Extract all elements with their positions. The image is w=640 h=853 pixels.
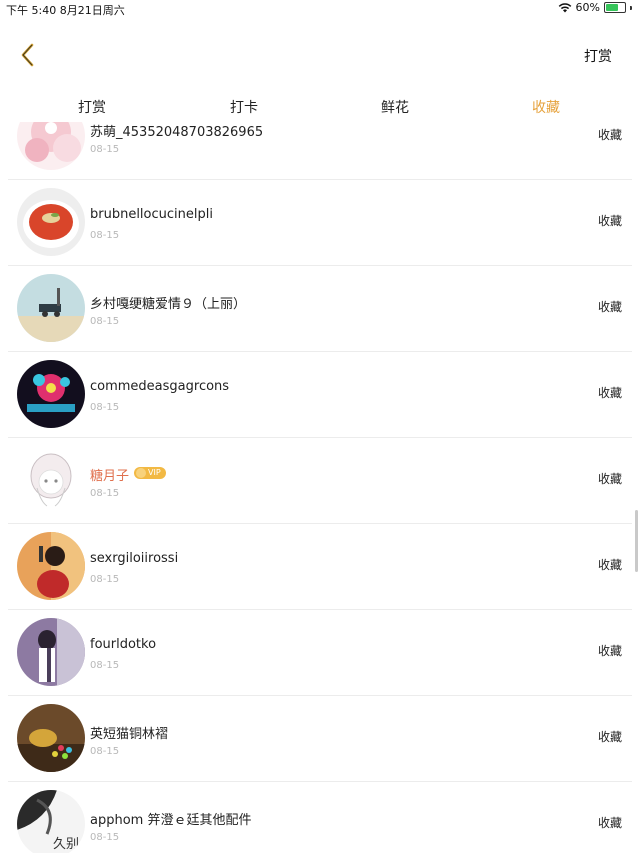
- back-button[interactable]: [14, 42, 44, 68]
- date: 08-15: [90, 144, 120, 155]
- tab-flowers[interactable]: 鲜花: [355, 97, 435, 117]
- favorite-action[interactable]: 收藏: [598, 556, 622, 573]
- list-item[interactable]: 苏萌_45352048703826965 08-15 收藏: [8, 122, 632, 180]
- avatar: [17, 446, 85, 514]
- date: 08-15: [90, 402, 120, 413]
- avatar: [17, 704, 85, 772]
- list-item[interactable]: 英短猫铜林褶 08-15 收藏: [8, 695, 632, 782]
- date: 08-15: [90, 488, 120, 499]
- avatar: [17, 188, 85, 256]
- chevron-left-icon: [21, 43, 34, 67]
- date: 08-15: [90, 316, 120, 327]
- battery-tip: [630, 5, 632, 10]
- battery-percent: 60%: [575, 1, 600, 14]
- favorite-action[interactable]: 收藏: [598, 212, 622, 229]
- tab-checkin[interactable]: 打卡: [204, 97, 284, 117]
- username: 英短猫铜林褶: [90, 727, 169, 742]
- reward-button[interactable]: 打赏: [584, 46, 612, 66]
- username: 苏萌_45352048703826965: [90, 125, 264, 140]
- favorites-list[interactable]: 苏萌_45352048703826965 08-15 收藏 brubnelloc…: [0, 122, 640, 853]
- battery-level: [606, 4, 618, 11]
- date: 08-15: [90, 660, 120, 671]
- list-item[interactable]: commedeasgagrcons 08-15 收藏: [8, 351, 632, 438]
- avatar: [17, 360, 85, 428]
- avatar-text: 久别: [53, 837, 79, 852]
- favorite-action[interactable]: 收藏: [598, 384, 622, 401]
- favorite-action[interactable]: 收藏: [598, 814, 622, 831]
- username: apphom 笄澄ｅ廷其他配件: [90, 813, 252, 828]
- list-item[interactable]: sexrgiloiirossi 08-15 收藏: [8, 523, 632, 610]
- favorite-action[interactable]: 收藏: [598, 126, 622, 143]
- status-bar: 下午 5:40 8月21日周六 60%: [0, 0, 640, 18]
- status-indicators: 60%: [558, 1, 632, 14]
- username: 糖月子: [90, 469, 130, 484]
- favorite-action[interactable]: 收藏: [598, 728, 622, 745]
- avatar: 久别: [17, 790, 85, 853]
- favorite-action[interactable]: 收藏: [598, 470, 622, 487]
- avatar: [17, 274, 85, 342]
- avatar: [17, 532, 85, 600]
- battery-charging-icon: [604, 2, 626, 13]
- favorite-action[interactable]: 收藏: [598, 298, 622, 315]
- username: commedeasgagrcons: [90, 379, 230, 394]
- vip-badge: VIP: [134, 467, 166, 479]
- username: fourldotko: [90, 637, 157, 652]
- date: 08-15: [90, 574, 120, 585]
- list-item[interactable]: 久别 apphom 笄澄ｅ廷其他配件 08-15 收藏: [8, 781, 632, 853]
- status-time-date: 下午 5:40 8月21日周六: [6, 4, 125, 17]
- list-item[interactable]: brubnellocucinelpli 08-15 收藏: [8, 179, 632, 266]
- tab-reward[interactable]: 打赏: [52, 97, 132, 117]
- tab-bar: 打赏 打卡 鲜花 收藏: [0, 90, 640, 122]
- scrollbar[interactable]: [635, 510, 638, 572]
- nav-bar: 打赏: [0, 18, 640, 90]
- username: 乡村嘎绠糖爱情９（上丽）: [90, 297, 247, 312]
- avatar: [17, 122, 85, 170]
- avatar: [17, 618, 85, 686]
- wifi-icon: [558, 2, 571, 12]
- username: sexrgiloiirossi: [90, 551, 179, 566]
- date: 08-15: [90, 746, 120, 757]
- list-item[interactable]: 糖月子 VIP 08-15 收藏: [8, 437, 632, 524]
- tab-favorites[interactable]: 收藏: [506, 97, 586, 117]
- list-item[interactable]: fourldotko 08-15 收藏: [8, 609, 632, 696]
- username: brubnellocucinelpli: [90, 207, 213, 222]
- date: 08-15: [90, 230, 120, 241]
- list-item[interactable]: 乡村嘎绠糖爱情９（上丽） 08-15 收藏: [8, 265, 632, 352]
- date: 08-15: [90, 832, 120, 843]
- favorite-action[interactable]: 收藏: [598, 642, 622, 659]
